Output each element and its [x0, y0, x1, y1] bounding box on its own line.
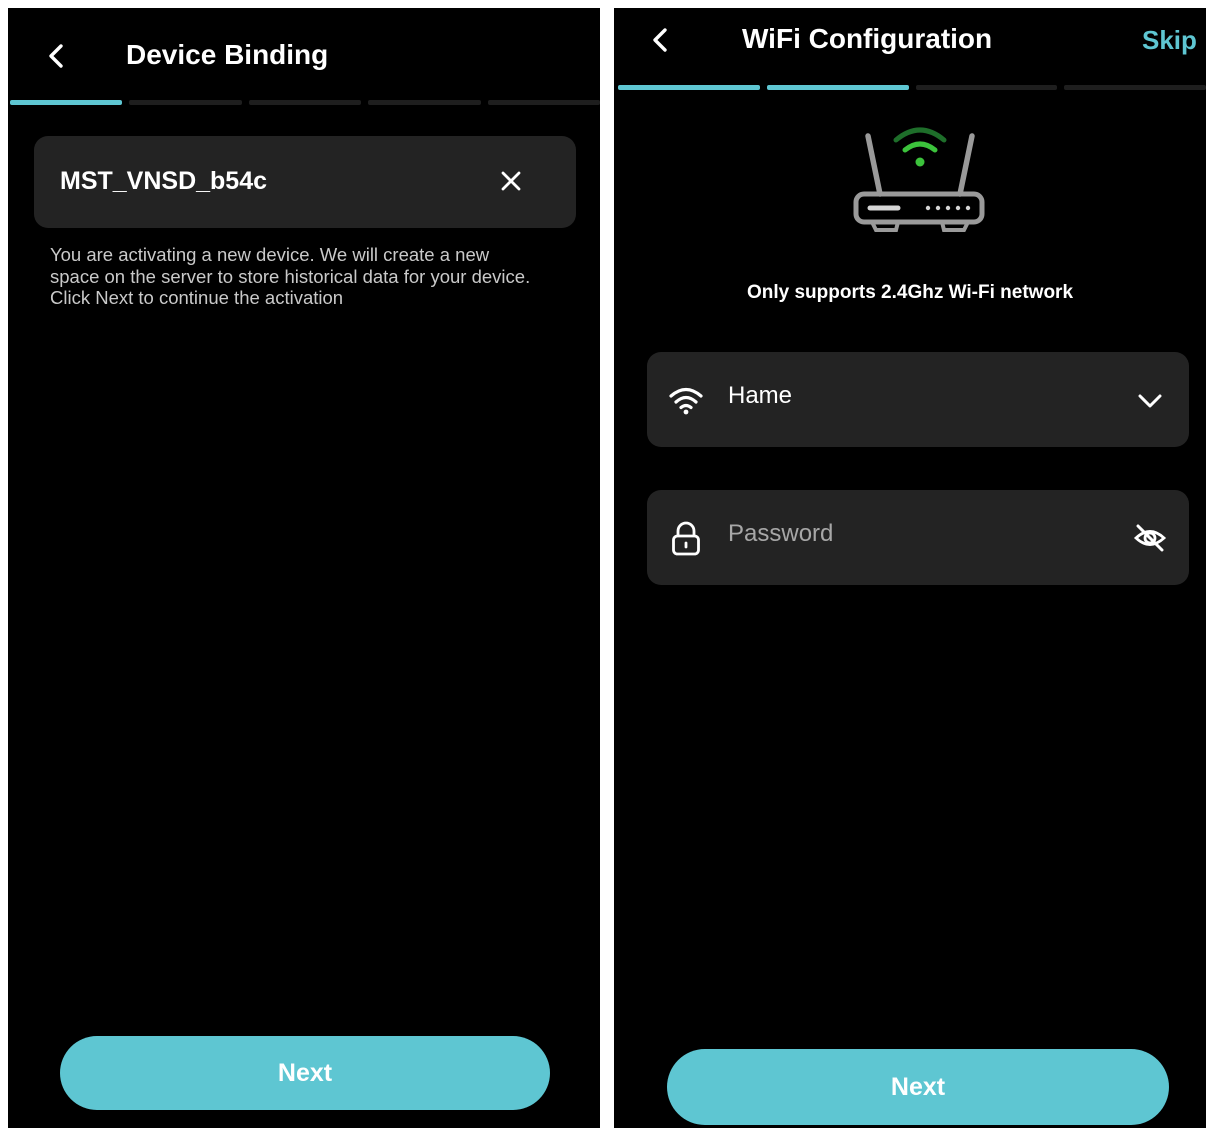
frequency-notice: Only supports 2.4Ghz Wi-Fi network — [746, 282, 1074, 303]
back-chevron-left-icon[interactable] — [36, 36, 76, 76]
back-chevron-left-icon[interactable] — [640, 20, 680, 60]
activation-description: You are activating a new device. We will… — [50, 244, 531, 308]
eye-off-icon[interactable] — [1133, 521, 1167, 555]
progress-segment — [129, 100, 242, 105]
progress-segment — [487, 100, 600, 105]
progress-segment — [618, 85, 760, 90]
wifi-icon — [667, 381, 705, 419]
page-title: WiFi Configuration — [742, 23, 993, 54]
device-name-value: MST_VNSD_b54c — [60, 167, 268, 195]
skip-button[interactable]: Skip — [1142, 25, 1197, 56]
page-title: Device Binding — [126, 39, 329, 70]
device-binding-screen: Device Binding MST_VNSD_b54c You are act… — [8, 8, 600, 1128]
progress-segment — [248, 100, 362, 105]
next-button[interactable]: Next — [667, 1049, 1169, 1125]
progress-segment — [766, 85, 909, 90]
device-name-field[interactable]: MST_VNSD_b54c — [34, 136, 576, 228]
wifi-network-value: Hame — [728, 382, 793, 409]
password-placeholder: Password — [728, 520, 834, 547]
progress-segment — [10, 100, 123, 105]
lock-icon — [667, 519, 705, 557]
wifi-configuration-screen: WiFi Configuration Skip Only supports 2.… — [614, 8, 1206, 1128]
password-field[interactable]: Password — [647, 490, 1189, 585]
router-icon — [842, 120, 986, 234]
wifi-network-select[interactable]: Hame — [647, 352, 1189, 447]
progress-segment — [1064, 85, 1206, 90]
close-icon[interactable] — [496, 166, 526, 196]
progress-segment — [368, 100, 481, 105]
step-progress-bar — [618, 85, 1206, 90]
progress-segment — [915, 85, 1058, 90]
step-progress-bar — [10, 100, 600, 105]
chevron-down-icon[interactable] — [1133, 384, 1167, 418]
next-button[interactable]: Next — [60, 1036, 550, 1110]
